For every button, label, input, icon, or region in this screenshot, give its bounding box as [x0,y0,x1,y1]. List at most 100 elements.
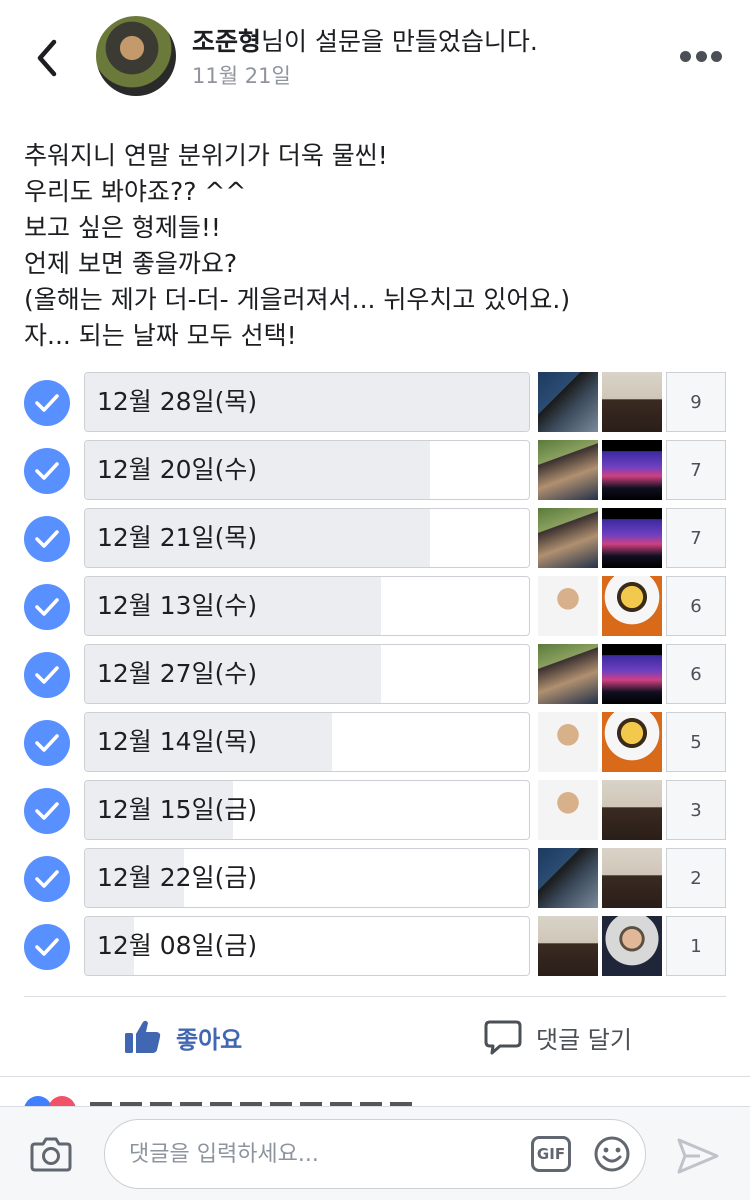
poll-checkbox[interactable] [24,652,70,698]
voter-avatar-photo-concert[interactable] [602,440,662,500]
voter-avatar-photo-office[interactable] [538,372,598,432]
poll-checkbox[interactable] [24,380,70,426]
voter-avatar-photo-concert[interactable] [602,508,662,568]
comment-composer: GIF [0,1106,750,1200]
comment-input[interactable] [129,1120,509,1188]
voter-avatar-photo-suit[interactable] [602,372,662,432]
voter-avatar-photo-suit[interactable] [602,780,662,840]
poll-checkbox[interactable] [24,788,70,834]
more-dot-icon [695,50,707,62]
voter-avatar-photo-cartoon[interactable] [602,576,662,636]
emoji-button[interactable] [593,1135,631,1173]
poll-option-label: 12월 22일(금) [97,863,258,892]
post-date[interactable]: 11월 21일 [192,60,291,90]
poll-option-bar[interactable]: 12월 13일(수) [84,576,530,636]
voter-avatar-photo-smile[interactable] [538,576,598,636]
poll-checkbox[interactable] [24,584,70,630]
author-name[interactable]: 조준형 [192,27,261,56]
checkmark-icon [35,462,59,480]
poll-option-bar[interactable]: 12월 28일(목) [84,372,530,432]
poll-option[interactable]: 12월 21일(목) 7 [0,508,750,568]
camera-button[interactable] [30,1135,72,1173]
poll-option-bar[interactable]: 12월 21일(목) [84,508,530,568]
poll-option[interactable]: 12월 15일(금) 3 [0,780,750,840]
checkmark-icon [35,870,59,888]
checkmark-icon [35,530,59,548]
poll-option-bar[interactable]: 12월 15일(금) [84,780,530,840]
vote-count[interactable]: 9 [666,372,726,432]
checkmark-icon [35,394,59,412]
poll-option-bar[interactable]: 12월 08일(금) [84,916,530,976]
poll-option[interactable]: 12월 22일(금) 2 [0,848,750,908]
send-icon [677,1138,719,1174]
poll-option-bar[interactable]: 12월 22일(금) [84,848,530,908]
vote-count[interactable]: 7 [666,440,726,500]
post-text-line: 우리도 봐야죠?? ^^ [24,177,247,206]
divider [0,1076,750,1077]
chevron-left-icon [37,39,57,77]
post-text-line: 언제 보면 좋을까요? [24,249,238,278]
voter-avatar-photo-formal[interactable] [602,916,662,976]
send-button[interactable] [676,1137,720,1175]
vote-count[interactable]: 3 [666,780,726,840]
checkmark-icon [35,734,59,752]
back-button[interactable] [30,38,66,78]
poll-option-label: 12월 27일(수) [97,659,258,688]
author-avatar[interactable] [96,16,176,96]
poll-checkbox[interactable] [24,448,70,494]
checkmark-icon [35,802,59,820]
like-button[interactable]: 좋아요 [124,1015,242,1059]
checkmark-icon [35,666,59,684]
poll-option-label: 12월 28일(목) [97,387,258,416]
poll-option[interactable]: 12월 14일(목) 5 [0,712,750,772]
post-body: 추워지니 연말 분위기가 더욱 물씬! 우리도 봐야죠?? ^^ 보고 싶은 형… [24,138,724,354]
voter-avatar-photo-smile[interactable] [538,712,598,772]
comment-label: 댓글 달기 [536,1025,632,1054]
voter-avatar-photo-cafe[interactable] [538,644,598,704]
comment-input-box[interactable]: GIF [104,1119,646,1189]
poll-option[interactable]: 12월 27일(수) 6 [0,644,750,704]
vote-count[interactable]: 6 [666,576,726,636]
post-text-line: 자... 되는 날짜 모두 선택! [24,321,297,350]
poll-option[interactable]: 12월 08일(금) 1 [0,916,750,976]
more-dot-icon [680,50,691,62]
voter-avatar-photo-cafe[interactable] [538,440,598,500]
voter-avatar-photo-concert[interactable] [602,644,662,704]
voter-avatar-photo-suit[interactable] [538,916,598,976]
thumbs-up-icon [125,1020,161,1053]
poll-option-bar[interactable]: 12월 14일(목) [84,712,530,772]
comment-button[interactable]: 댓글 달기 [484,1015,632,1059]
smiley-icon [594,1136,630,1172]
poll-checkbox[interactable] [24,856,70,902]
checkmark-icon [35,938,59,956]
vote-count[interactable]: 1 [666,916,726,976]
voter-avatar-photo-suit[interactable] [602,848,662,908]
voter-avatar-photo-cartoon[interactable] [602,712,662,772]
camera-icon [30,1137,72,1172]
like-label: 좋아요 [176,1025,243,1054]
voter-avatar-photo-cafe[interactable] [538,508,598,568]
poll-option[interactable]: 12월 28일(목) 9 [0,372,750,432]
voter-avatar-photo-office[interactable] [538,848,598,908]
poll-option-label: 12월 21일(목) [97,523,258,552]
post-header: 조준형님이 설문을 만들었습니다. 11월 21일 [0,0,750,110]
poll-option-label: 12월 13일(수) [97,591,258,620]
poll-option-bar[interactable]: 12월 20일(수) [84,440,530,500]
voter-avatar-photo-smile[interactable] [538,780,598,840]
gif-button[interactable]: GIF [531,1136,571,1172]
vote-count[interactable]: 7 [666,508,726,568]
poll-checkbox[interactable] [24,516,70,562]
vote-count[interactable]: 5 [666,712,726,772]
poll-option[interactable]: 12월 20일(수) 7 [0,440,750,500]
poll-checkbox[interactable] [24,924,70,970]
vote-count[interactable]: 2 [666,848,726,908]
more-options-button[interactable] [680,48,722,64]
poll-option[interactable]: 12월 13일(수) 6 [0,576,750,636]
poll-checkbox[interactable] [24,720,70,766]
post-text-line: 추워지니 연말 분위기가 더욱 물씬! [24,141,388,170]
poll-option-label: 12월 08일(금) [97,931,258,960]
more-dot-icon [711,50,722,62]
poll-option-bar[interactable]: 12월 27일(수) [84,644,530,704]
vote-count[interactable]: 6 [666,644,726,704]
poll-option-label: 12월 15일(금) [97,795,258,824]
